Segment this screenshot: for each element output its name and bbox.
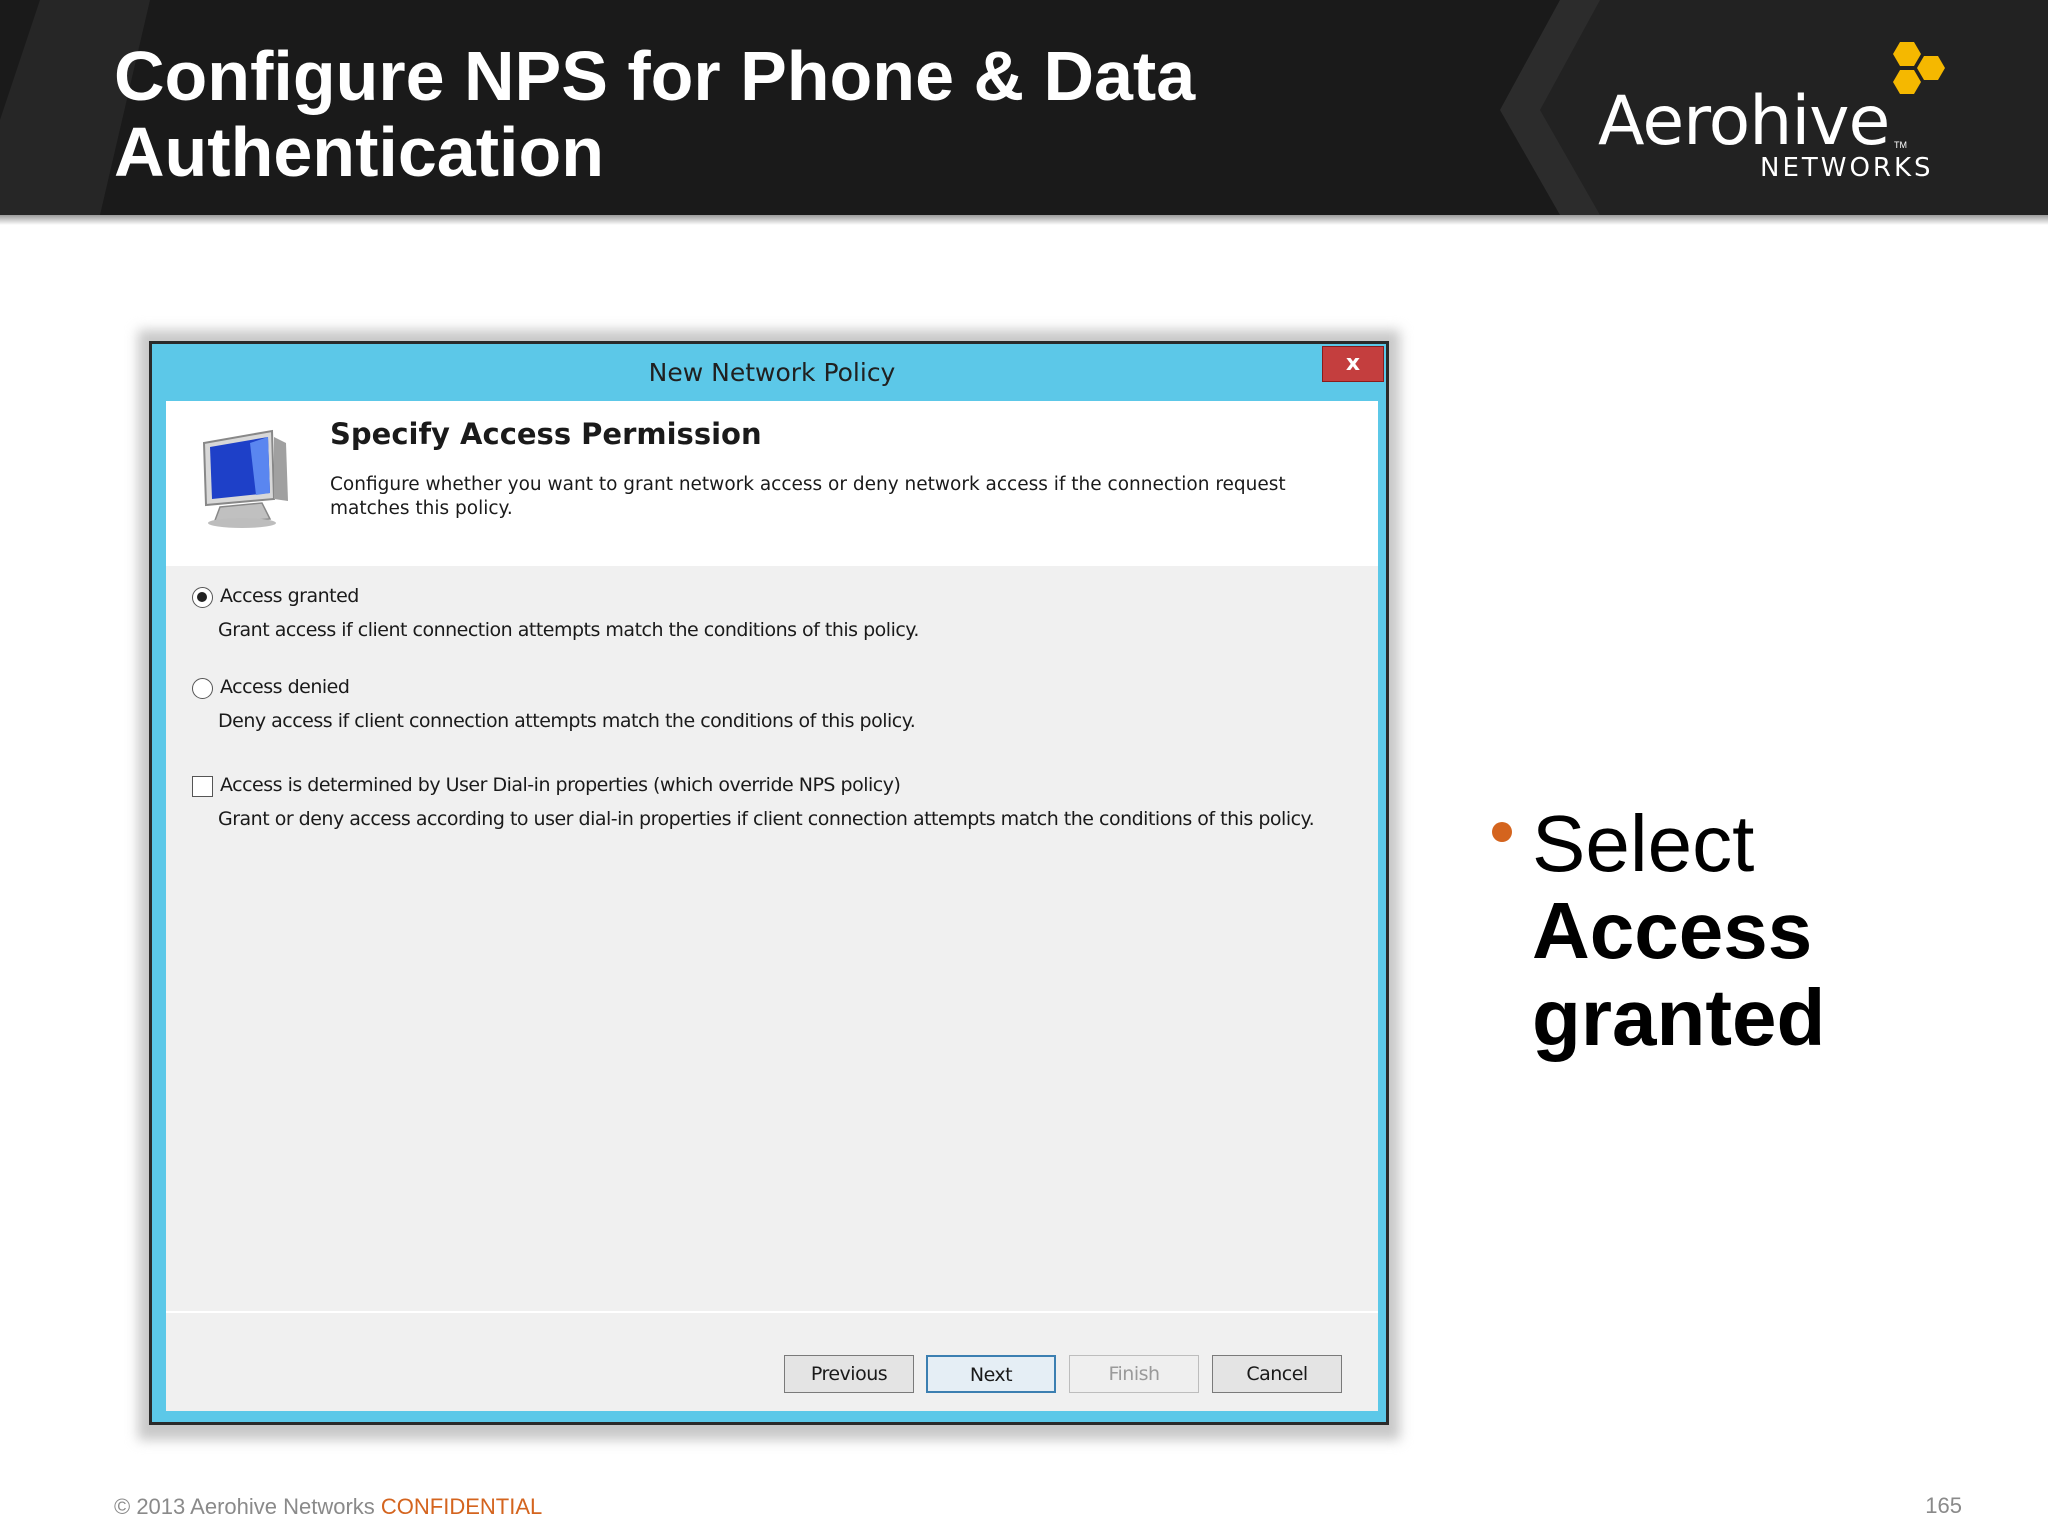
monitor-icon (202, 429, 288, 528)
bullet-emphasis-line1: Access (1532, 886, 1813, 975)
user-dial-in-description: Grant or deny access according to user d… (218, 808, 1315, 830)
slide-title: Configure NPS for Phone & Data Authentic… (114, 38, 1414, 190)
copyright-notice: © 2013 Aerohive Networks CONFIDENTIAL (114, 1494, 542, 1520)
bullet-text: Select Access granted (1532, 800, 1825, 1061)
close-button[interactable]: x (1322, 346, 1384, 382)
slide: Configure NPS for Phone & Data Authentic… (0, 0, 2048, 1536)
logo-subtitle: NETWORKS (1760, 153, 1934, 183)
new-network-policy-dialog: New Network Policy x Specify Access Perm… (149, 341, 1389, 1425)
user-dial-in-label[interactable]: Access is determined by User Dial-in pro… (220, 774, 901, 796)
bullet-emphasis-line2: granted (1532, 973, 1826, 1062)
header-banner: Configure NPS for Phone & Data Authentic… (0, 0, 2048, 215)
logo-trademark: TM (1894, 140, 1907, 150)
footer-separator (166, 1311, 1378, 1313)
slide-title-line1: Configure NPS for Phone & Data (114, 37, 1196, 115)
bullet-dot-icon (1492, 822, 1512, 842)
cancel-button[interactable]: Cancel (1212, 1355, 1342, 1393)
bullet-prefix: Select (1532, 799, 1755, 888)
logo-wordmark: Aerohive (1598, 82, 1890, 161)
panel-heading: Specify Access Permission (330, 417, 762, 451)
page-number: 165 (1925, 1493, 1962, 1518)
next-button[interactable]: Next (926, 1355, 1056, 1393)
honeycomb-icon (1893, 42, 1945, 94)
banner-shadow (0, 215, 2048, 225)
close-icon: x (1345, 351, 1361, 376)
access-denied-label[interactable]: Access denied (220, 676, 350, 698)
panel-description: Configure whether you want to grant netw… (330, 474, 1286, 519)
access-granted-radio[interactable] (192, 587, 213, 608)
user-dial-in-checkbox[interactable] (192, 776, 213, 797)
confidential-label: CONFIDENTIAL (380, 1494, 543, 1519)
access-denied-description: Deny access if client connection attempt… (218, 710, 916, 732)
wizard-header: Specify Access Permission Configure whet… (166, 401, 1378, 566)
access-granted-label[interactable]: Access granted (220, 585, 359, 607)
aerohive-logo: Aerohive TM NETWORKS (1590, 38, 1970, 188)
access-granted-description: Grant access if client connection attemp… (218, 619, 919, 641)
dialog-body: Specify Access Permission Configure whet… (166, 401, 1378, 1411)
previous-button[interactable]: Previous (784, 1355, 914, 1393)
slide-title-line2: Authentication (114, 113, 604, 191)
copyright-text: © 2013 Aerohive Networks (114, 1494, 381, 1519)
dialog-title: New Network Policy (648, 358, 896, 387)
finish-button: Finish (1069, 1355, 1199, 1393)
access-denied-radio[interactable] (192, 678, 213, 699)
